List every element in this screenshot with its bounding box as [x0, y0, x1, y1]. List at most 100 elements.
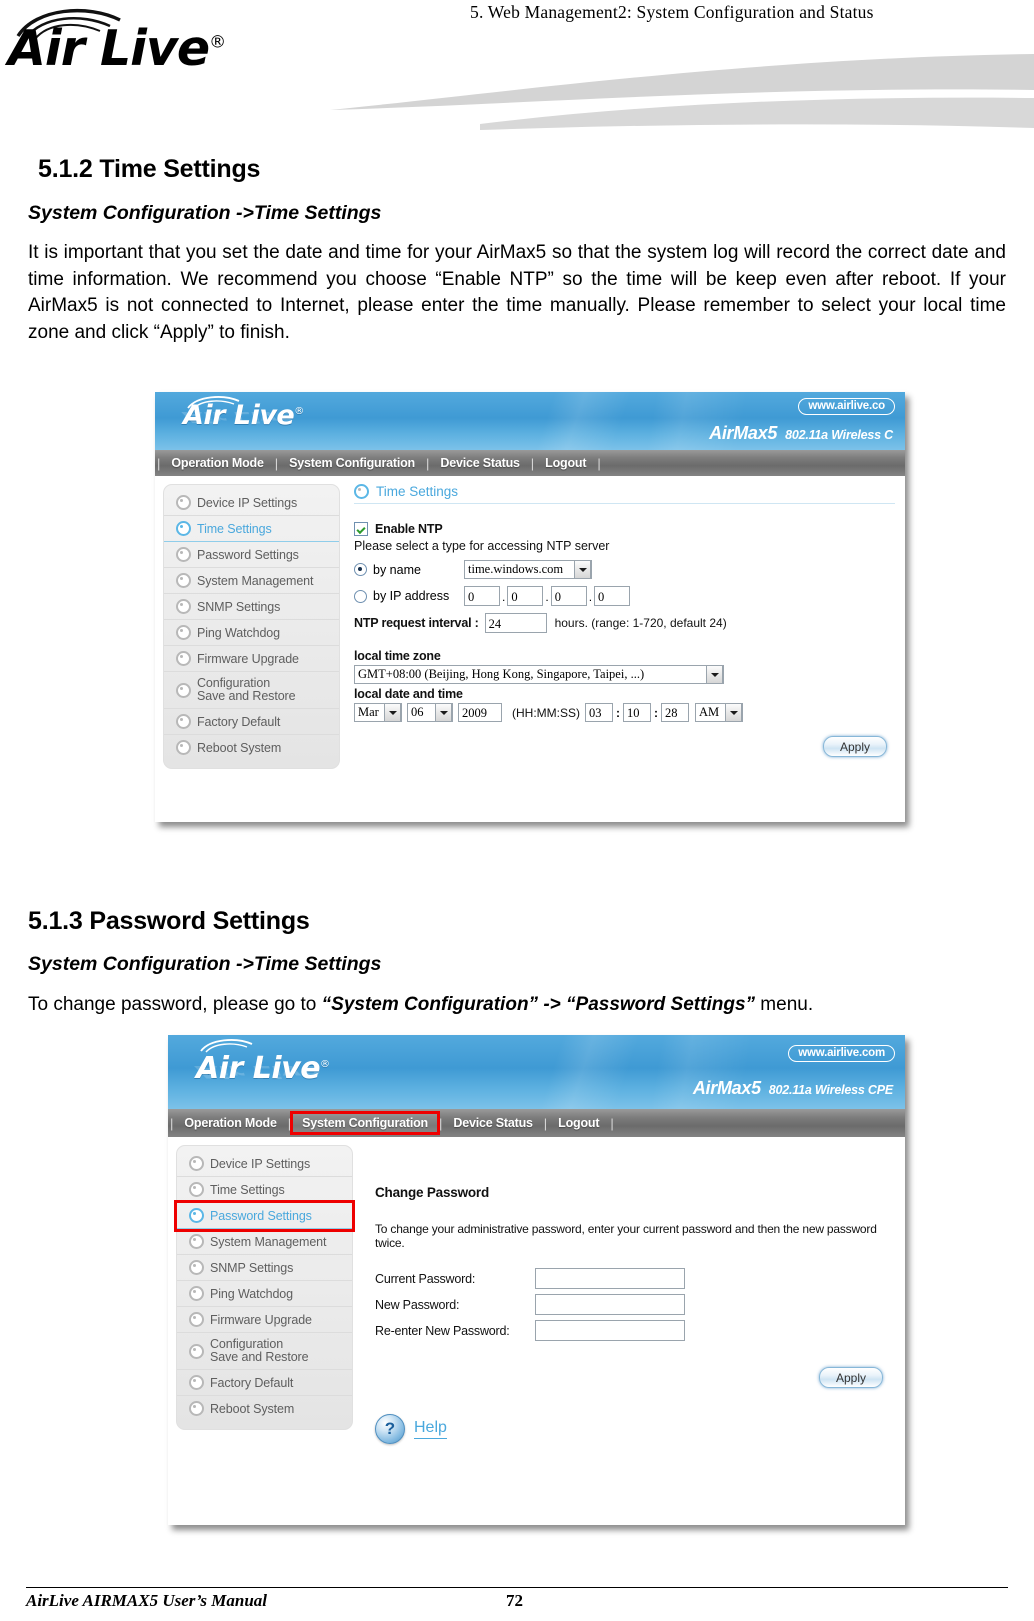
- reenter-password-input[interactable]: [535, 1320, 685, 1341]
- ip-dot: .: [502, 590, 506, 604]
- nav-separator: |: [287, 1115, 292, 1131]
- ntp-type-note: Please select a type for accessing NTP s…: [354, 539, 610, 553]
- by-name-label: by name: [373, 562, 421, 577]
- current-password-input[interactable]: [535, 1268, 685, 1289]
- bullet-icon: [176, 740, 191, 755]
- sidebar-item-firmware-upgrade[interactable]: Firmware Upgrade: [164, 646, 339, 672]
- time-format-note: (HH:MM:SS): [512, 705, 580, 720]
- sidebar-item-ping-watchdog[interactable]: Ping Watchdog: [177, 1281, 352, 1307]
- screenshot-password-settings: Air Live® Air Live www.airlive.com AirMa…: [168, 1035, 905, 1525]
- panel-title-label: Time Settings: [376, 484, 459, 499]
- sidebar-item-reboot-system[interactable]: Reboot System: [177, 1396, 352, 1421]
- section-paragraph-512: It is important that you set the date an…: [28, 242, 1006, 343]
- nav-item-logout[interactable]: Logout: [549, 1114, 608, 1132]
- bullet-icon: [176, 521, 191, 536]
- sidebar-item-factory-default[interactable]: Factory Default: [164, 709, 339, 735]
- chevron-down-icon: [435, 703, 452, 722]
- nav-item-logout[interactable]: Logout: [536, 454, 595, 472]
- sidebar-item-password-settings[interactable]: Password Settings: [174, 1200, 355, 1232]
- nav-separator: |: [597, 455, 601, 471]
- bullet-icon: [189, 1286, 204, 1301]
- sidebar-item-time-settings[interactable]: Time Settings: [177, 1177, 352, 1203]
- sidebar-item-configuration-save-and-restore[interactable]: Configuration Save and Restore: [177, 1333, 352, 1370]
- ip-octet-3-input[interactable]: 0: [550, 586, 587, 606]
- chevron-down-icon: [725, 703, 742, 722]
- minute-input[interactable]: 10: [623, 703, 651, 722]
- chevron-down-icon: [384, 703, 401, 722]
- timezone-label: local time zone: [354, 649, 441, 663]
- hour-input[interactable]: 03: [585, 703, 613, 722]
- main-panel-password: Change Password To change your administr…: [353, 1137, 905, 1525]
- timezone-select[interactable]: GMT+08:00 (Beijing, Hong Kong, Singapore…: [354, 665, 724, 684]
- bullet-icon: [176, 651, 191, 666]
- ui-navbar-password: | Operation Mode | System Configuration …: [168, 1109, 905, 1137]
- meridiem-select[interactable]: AM: [695, 703, 743, 722]
- by-ip-option[interactable]: by IP address: [354, 589, 464, 603]
- by-ip-label: by IP address: [373, 589, 450, 603]
- running-head: 5. Web Management2: System Configuration…: [470, 2, 874, 22]
- current-password-row: Current Password:: [375, 1268, 895, 1289]
- ip-octet-1-input[interactable]: 0: [464, 586, 500, 606]
- sidebar-item-reboot-system[interactable]: Reboot System: [164, 735, 339, 760]
- nav-item-operation-mode[interactable]: Operation Mode: [175, 1114, 285, 1132]
- bullet-icon: [176, 714, 191, 729]
- sidebar-item-label: Factory Default: [197, 714, 281, 729]
- nav-separator: |: [610, 1115, 614, 1131]
- ip-dot: .: [545, 590, 549, 604]
- ntp-server-select[interactable]: time.windows.com: [464, 560, 592, 579]
- sidebar-item-firmware-upgrade[interactable]: Firmware Upgrade: [177, 1307, 352, 1333]
- nav-item-system-configuration[interactable]: System Configuration: [290, 1111, 440, 1135]
- second-input[interactable]: 28: [661, 703, 689, 722]
- sidebar-item-label: Ping Watchdog: [210, 1286, 294, 1301]
- enable-ntp-row[interactable]: Enable NTP: [354, 522, 895, 536]
- sidebar-item-label: Reboot System: [210, 1401, 295, 1416]
- sidebar-item-factory-default[interactable]: Factory Default: [177, 1370, 352, 1396]
- ip-octet-4-input[interactable]: 0: [594, 586, 631, 606]
- apply-button-wrap: Apply: [375, 1367, 895, 1388]
- help-link[interactable]: Help: [414, 1419, 447, 1439]
- sidebar-item-system-management[interactable]: System Management: [164, 568, 339, 594]
- sidebar-item-ping-watchdog[interactable]: Ping Watchdog: [164, 620, 339, 646]
- by-ip-radio[interactable]: [354, 589, 367, 603]
- sidebar-item-label: System Management: [197, 573, 314, 588]
- help-row[interactable]: ? Help: [375, 1414, 895, 1444]
- nav-item-operation-mode[interactable]: Operation Mode: [162, 454, 272, 472]
- sidebar-item-device-ip-settings[interactable]: Device IP Settings: [164, 490, 339, 516]
- url-badge[interactable]: www.airlive.co: [798, 398, 895, 415]
- day-select[interactable]: 06: [407, 703, 453, 722]
- paragraph-pre: To change password, please go to: [28, 994, 322, 1015]
- sidebar-item-time-settings[interactable]: Time Settings: [164, 516, 339, 542]
- model-desc: 802.11a Wireless CPE: [768, 1083, 893, 1097]
- new-password-input[interactable]: [535, 1294, 685, 1315]
- nav-item-device-status[interactable]: Device Status: [444, 1114, 541, 1132]
- nav-item-device-status[interactable]: Device Status: [431, 454, 528, 472]
- sidebar-item-password-settings[interactable]: Password Settings: [164, 542, 339, 568]
- ntp-interval-input[interactable]: 24: [484, 613, 547, 633]
- ip-octet-2-input[interactable]: 0: [507, 586, 544, 606]
- sidebar-password: Device IP Settings Time Settings Passwor…: [174, 1145, 355, 1430]
- sidebar-item-label-wrap: Configuration Save and Restore: [197, 677, 296, 703]
- logo-wordmark: Air Live®: [8, 20, 226, 77]
- bullet-icon: [176, 599, 191, 614]
- question-mark-icon[interactable]: ?: [375, 1414, 405, 1444]
- reenter-password-label: Re-enter New Password:: [375, 1323, 510, 1338]
- year-input[interactable]: 2009: [458, 703, 502, 722]
- sidebar-item-label: Reboot System: [197, 740, 282, 755]
- url-badge[interactable]: www.airlive.com: [788, 1045, 895, 1062]
- sidebar-item-configuration-save-and-restore[interactable]: Configuration Save and Restore: [164, 672, 339, 709]
- sidebar-item-snmp-settings[interactable]: SNMP Settings: [177, 1255, 352, 1281]
- sidebar-item-snmp-settings[interactable]: SNMP Settings: [164, 594, 339, 620]
- model-label: AirMax5 802.11a Wireless C: [709, 423, 893, 444]
- sidebar-item-device-ip-settings[interactable]: Device IP Settings: [177, 1151, 352, 1177]
- header-swoosh-decoration: [330, 54, 1034, 130]
- by-name-option[interactable]: by name: [354, 563, 464, 577]
- month-select[interactable]: Mar: [354, 703, 402, 722]
- sidebar-item-label-line2: Save and Restore: [197, 689, 296, 703]
- footer-divider: [26, 1587, 1008, 1588]
- nav-item-system-configuration[interactable]: System Configuration: [280, 454, 424, 472]
- apply-button[interactable]: Apply: [823, 736, 887, 757]
- apply-button[interactable]: Apply: [819, 1367, 883, 1388]
- sidebar-item-system-management[interactable]: System Management: [177, 1229, 352, 1255]
- enable-ntp-checkbox[interactable]: [354, 522, 368, 536]
- by-name-radio[interactable]: [354, 563, 367, 576]
